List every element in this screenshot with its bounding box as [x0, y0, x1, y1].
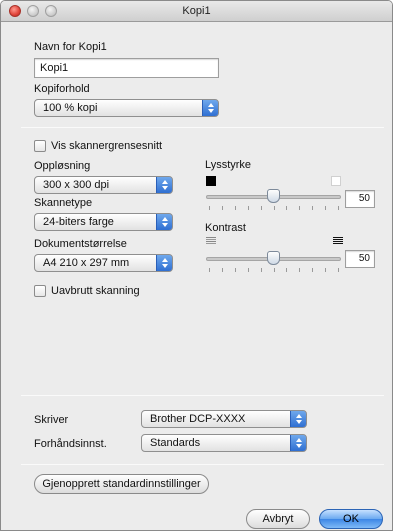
slider-tick — [261, 268, 262, 272]
slider-tick — [312, 206, 313, 210]
slider-tick — [325, 268, 326, 272]
scan-type-select[interactable]: 24-biters farge — [34, 213, 173, 231]
copy-ratio-label: Kopiforhold — [34, 83, 90, 95]
resolution-select[interactable]: 300 x 300 dpi — [34, 176, 173, 194]
slider-tick — [299, 268, 300, 272]
contrast-value-field[interactable]: 50 — [345, 250, 375, 268]
printer-value: Brother DCP-XXXX — [150, 413, 246, 425]
slider-ticks — [206, 268, 341, 272]
divider — [21, 464, 384, 465]
slider-tick — [235, 206, 236, 210]
slider-tick — [222, 268, 223, 272]
checkbox-box[interactable] — [34, 285, 46, 297]
name-label: Navn for Kopi1 — [34, 41, 107, 53]
title-bar: Kopi1 — [1, 1, 392, 22]
printer-label: Skriver — [34, 414, 69, 426]
window-title: Kopi1 — [182, 5, 211, 17]
high-contrast-icon — [333, 237, 343, 246]
resolution-label: Oppløsning — [34, 160, 91, 172]
divider — [21, 395, 384, 396]
contrast-label: Kontrast — [205, 222, 246, 234]
document-size-select[interactable]: A4 210 x 297 mm — [34, 254, 173, 272]
ok-button[interactable]: OK — [319, 509, 383, 529]
slider-knob[interactable] — [267, 189, 280, 203]
low-contrast-icon — [206, 237, 216, 246]
popup-arrows-icon — [290, 435, 306, 451]
cancel-button[interactable]: Avbryt — [246, 509, 310, 529]
show-scanner-ui-label: Vis skannergrensesnitt — [51, 140, 163, 152]
light-brightness-icon — [331, 176, 341, 186]
slider-tick — [312, 268, 313, 272]
printer-select[interactable]: Brother DCP-XXXX — [141, 410, 307, 428]
slider-tick — [235, 268, 236, 272]
slider-tick — [209, 206, 210, 210]
slider-tick — [274, 206, 275, 210]
popup-arrows-icon — [156, 255, 172, 271]
slider-tick — [286, 268, 287, 272]
divider — [21, 127, 384, 128]
name-input[interactable]: Kopi1 — [34, 58, 219, 78]
popup-arrows-icon — [202, 100, 218, 116]
presets-label: Forhåndsinnst. — [34, 438, 107, 450]
slider-tick — [299, 206, 300, 210]
scan-type-label: Skannetype — [34, 197, 93, 209]
copy-settings-window: Kopi1 Navn for Kopi1 Kopi1 Kopiforhold 1… — [0, 0, 393, 531]
slider-tick — [248, 206, 249, 210]
dark-brightness-icon — [206, 176, 216, 186]
scan-type-value: 24-biters farge — [43, 216, 114, 228]
brightness-label: Lysstyrke — [205, 159, 252, 171]
show-scanner-ui-checkbox[interactable]: Vis skannergrensesnitt — [34, 140, 162, 152]
presets-value: Standards — [150, 437, 201, 449]
popup-arrows-icon — [156, 214, 172, 230]
continuous-scan-label: Uavbrutt skanning — [51, 285, 140, 297]
checkbox-box[interactable] — [34, 140, 46, 152]
resolution-value: 300 x 300 dpi — [43, 179, 110, 191]
popup-arrows-icon — [290, 411, 306, 427]
slider-tick — [325, 206, 326, 210]
slider-ticks — [206, 206, 341, 210]
slider-tick — [338, 206, 339, 210]
slider-tick — [222, 206, 223, 210]
brightness-value-field[interactable]: 50 — [345, 190, 375, 208]
continuous-scan-checkbox[interactable]: Uavbrutt skanning — [34, 285, 140, 297]
brightness-slider[interactable] — [206, 189, 341, 212]
document-size-label: Dokumentstørrelse — [34, 238, 127, 250]
restore-defaults-button[interactable]: Gjenopprett standardinnstillinger — [34, 474, 209, 494]
slider-tick — [248, 268, 249, 272]
slider-knob[interactable] — [267, 251, 280, 265]
slider-tick — [286, 206, 287, 210]
document-size-value: A4 210 x 297 mm — [43, 257, 130, 269]
slider-tick — [338, 268, 339, 272]
contrast-slider[interactable] — [206, 251, 341, 274]
presets-select[interactable]: Standards — [141, 434, 307, 452]
slider-tick — [274, 268, 275, 272]
popup-arrows-icon — [156, 177, 172, 193]
copy-ratio-select[interactable]: 100 % kopi — [34, 99, 219, 117]
slider-tick — [209, 268, 210, 272]
slider-tick — [261, 206, 262, 210]
copy-ratio-value: 100 % kopi — [43, 102, 98, 114]
